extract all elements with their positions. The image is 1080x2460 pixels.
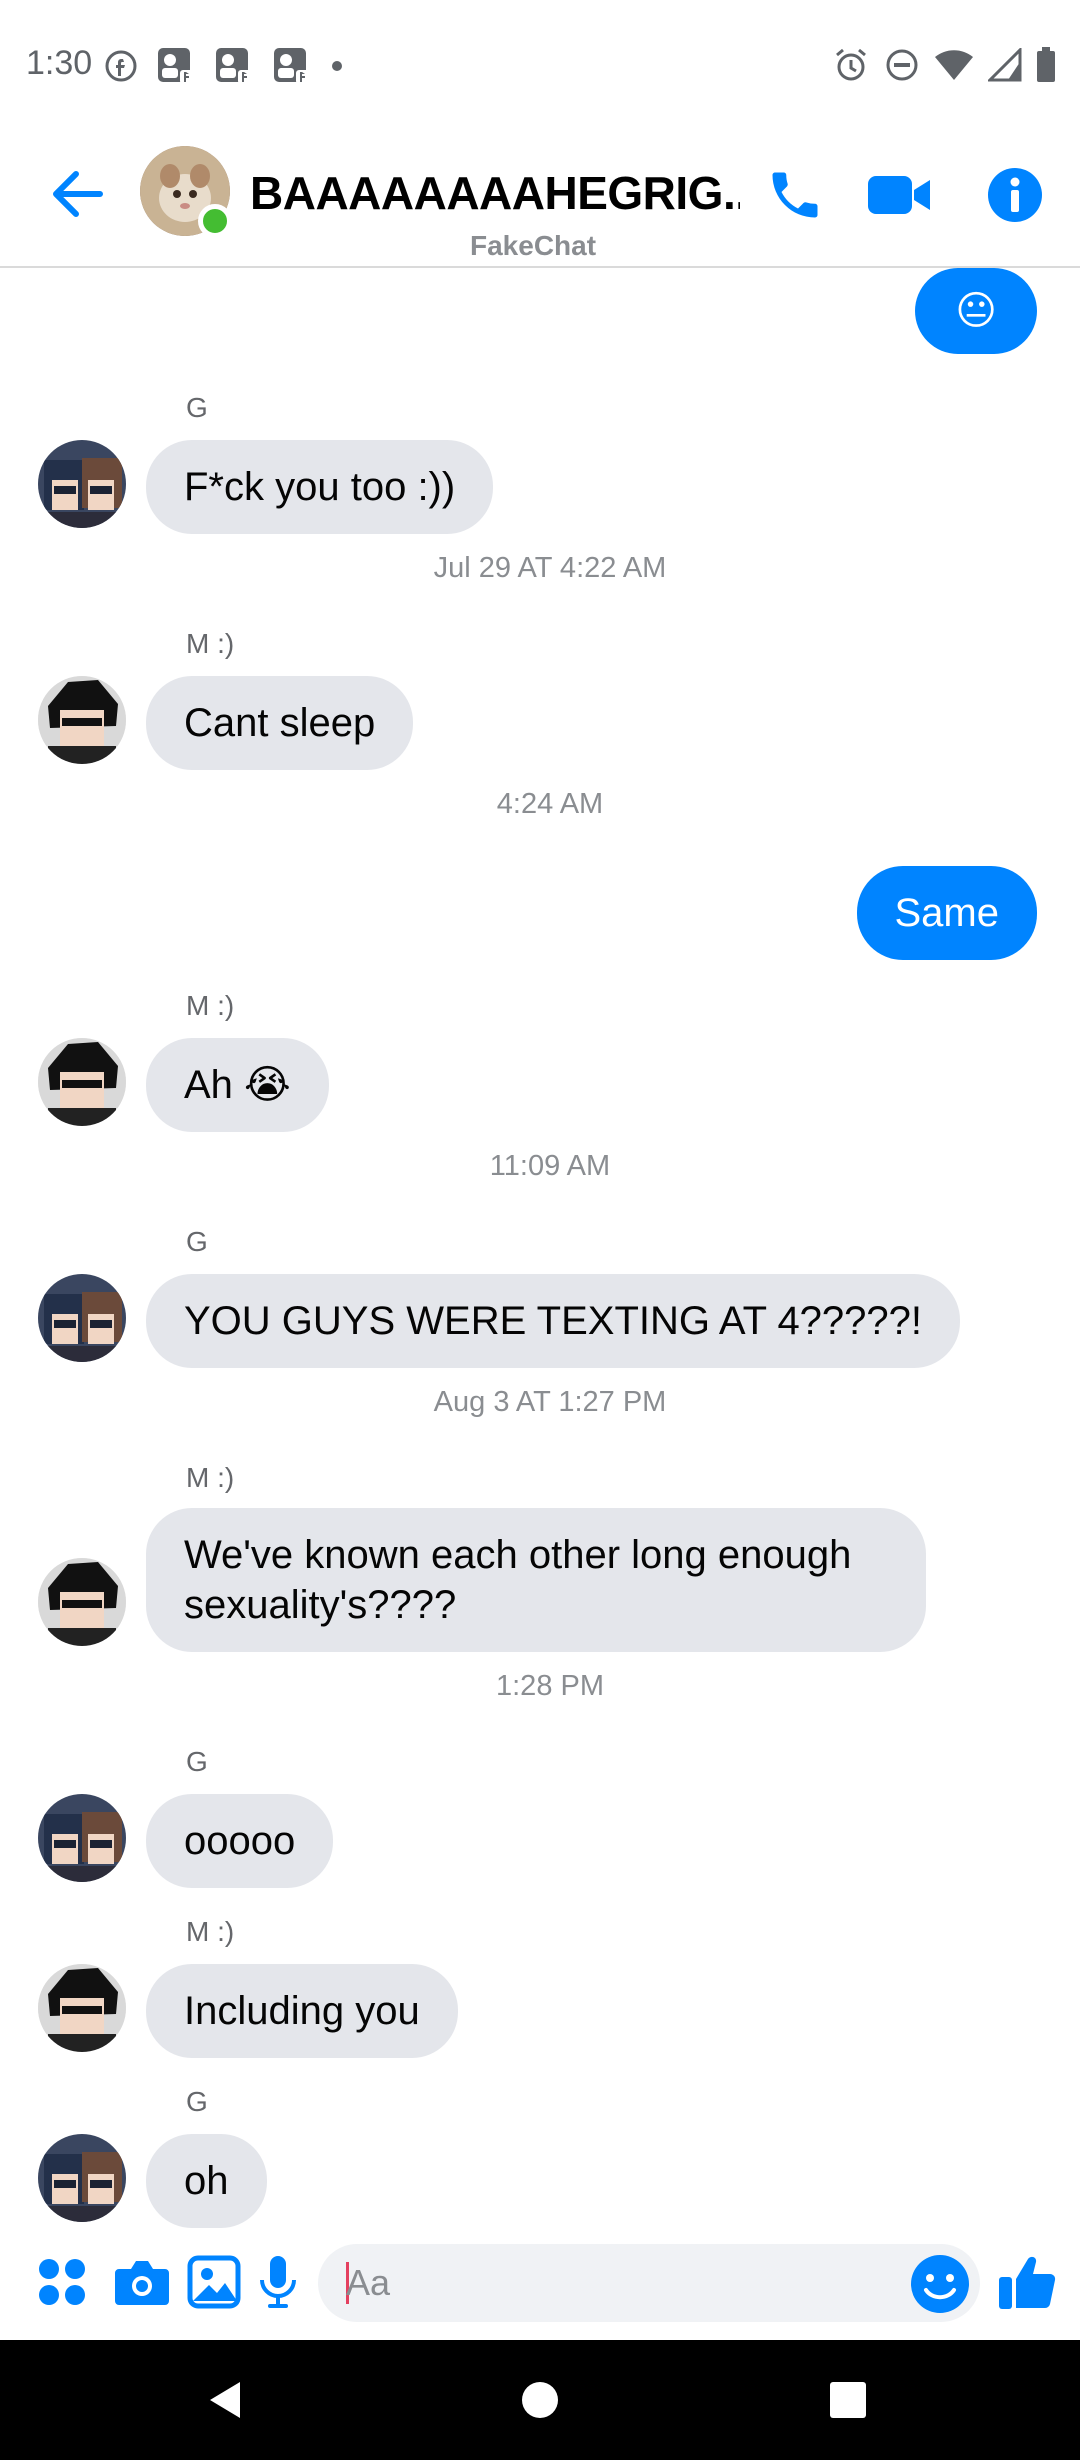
dnd-icon — [886, 49, 918, 81]
wifi-icon — [935, 50, 973, 80]
outgoing-message-bubble[interactable]: Same — [856, 866, 1037, 960]
avatar-image — [38, 1038, 126, 1126]
sender-name: G — [186, 1746, 208, 1777]
dot-icon — [332, 61, 342, 71]
avatar-g[interactable] — [38, 1794, 126, 1882]
info-icon — [988, 168, 1042, 222]
avatar-m[interactable] — [38, 1964, 126, 2052]
sender-name: M :) — [186, 628, 235, 659]
avatar-image — [38, 676, 126, 764]
sender-name: G — [186, 1226, 208, 1257]
avatar-m[interactable] — [38, 676, 126, 764]
nav-recents-button[interactable] — [818, 2370, 878, 2430]
fakechat-notif-icon — [158, 48, 194, 84]
avatar-m[interactable] — [38, 1038, 126, 1126]
message-composer — [0, 2228, 1080, 2338]
avatar-image — [38, 1964, 126, 2052]
gallery-icon — [187, 2255, 241, 2309]
back-triangle-icon — [210, 2382, 240, 2418]
back-button[interactable] — [46, 162, 110, 226]
navigation-bar — [0, 2340, 1080, 2460]
facebook-icon — [105, 50, 137, 82]
avatar-g[interactable] — [38, 440, 126, 528]
video-camera-icon — [868, 176, 930, 214]
message-input-container[interactable] — [318, 2244, 980, 2322]
avatar-g[interactable] — [38, 1274, 126, 1362]
status-time: 1:30 — [26, 44, 93, 82]
timestamp: Aug 3 AT 1:27 PM — [433, 1386, 667, 1418]
incoming-message-bubble[interactable]: oh — [146, 2134, 267, 2228]
apps-icon — [39, 2259, 85, 2305]
outgoing-message-bubble[interactable]: 😐 — [915, 268, 1037, 354]
sender-name: G — [186, 392, 208, 423]
incoming-message-bubble[interactable]: YOU GUYS WERE TEXTING AT 4?????! — [146, 1274, 961, 1368]
avatar-image — [38, 1794, 126, 1882]
sender-name: M :) — [186, 1462, 235, 1493]
alarm-icon — [836, 48, 866, 81]
arrow-left-icon — [53, 171, 103, 217]
status-bar: 1:30 — [0, 0, 1080, 130]
emoji-icon — [911, 2255, 969, 2313]
conversation-header: BAAAAAAAAHEGRIG... FakeChat — [0, 130, 1080, 268]
avatar-image — [38, 440, 126, 528]
message-input[interactable] — [346, 2258, 886, 2308]
emoji-button[interactable] — [908, 2252, 972, 2316]
info-button[interactable] — [980, 160, 1050, 230]
battery-icon — [1037, 47, 1055, 82]
sender-name: M :) — [186, 990, 235, 1021]
incoming-message-bubble[interactable]: Ah 😭 — [146, 1038, 329, 1132]
contact-subtitle: FakeChat — [470, 230, 597, 261]
incoming-message-bubble[interactable]: ooooo — [146, 1794, 334, 1888]
sender-name: G — [186, 2086, 208, 2117]
recents-square-icon — [830, 2382, 866, 2418]
incoming-message-bubble[interactable]: Cant sleep — [146, 676, 414, 770]
sender-name: M :) — [186, 1916, 235, 1947]
phone-icon — [772, 172, 818, 218]
camera-button[interactable] — [110, 2250, 174, 2314]
voice-call-button[interactable] — [760, 160, 830, 230]
mic-icon — [260, 2256, 296, 2308]
notification-icons — [104, 46, 344, 86]
apps-button[interactable] — [30, 2250, 94, 2314]
nav-back-button[interactable] — [196, 2370, 256, 2430]
avatar-g[interactable] — [38, 2134, 126, 2222]
message-list[interactable]: 😐 G F*ck you too :)) Jul 29 AT 4:22 AM M… — [0, 268, 1080, 2228]
camera-icon — [115, 2261, 169, 2305]
home-circle-icon — [522, 2382, 558, 2418]
timestamp: 4:24 AM — [496, 788, 604, 820]
fakechat-notif-icon — [216, 48, 252, 84]
avatar-image — [38, 2134, 126, 2222]
gallery-button[interactable] — [182, 2250, 246, 2314]
contact-avatar[interactable] — [140, 146, 232, 238]
voice-message-button[interactable] — [246, 2250, 310, 2314]
timestamp: 1:28 PM — [496, 1670, 604, 1702]
timestamp: Jul 29 AT 4:22 AM — [433, 552, 667, 584]
system-icons — [832, 46, 1056, 84]
nav-home-button[interactable] — [510, 2370, 570, 2430]
incoming-message-bubble[interactable]: Including you — [146, 1964, 458, 2058]
fakechat-notif-icon — [274, 48, 310, 84]
like-button[interactable] — [996, 2250, 1060, 2314]
avatar-image — [38, 1274, 126, 1362]
incoming-message-bubble[interactable]: F*ck you too :)) — [146, 440, 494, 534]
online-status-dot — [198, 204, 232, 238]
contact-name[interactable]: BAAAAAAAAHEGRIG... — [250, 166, 740, 220]
emoji: 😐 — [955, 289, 997, 333]
thumbs-up-icon — [999, 2256, 1056, 2309]
avatar-image — [38, 1558, 126, 1646]
signal-icon — [988, 48, 1022, 82]
timestamp: 11:09 AM — [489, 1150, 611, 1182]
video-call-button[interactable] — [864, 160, 934, 230]
incoming-message-bubble[interactable]: We've known each other long enough sexua… — [146, 1508, 926, 1652]
avatar-m[interactable] — [38, 1558, 126, 1646]
